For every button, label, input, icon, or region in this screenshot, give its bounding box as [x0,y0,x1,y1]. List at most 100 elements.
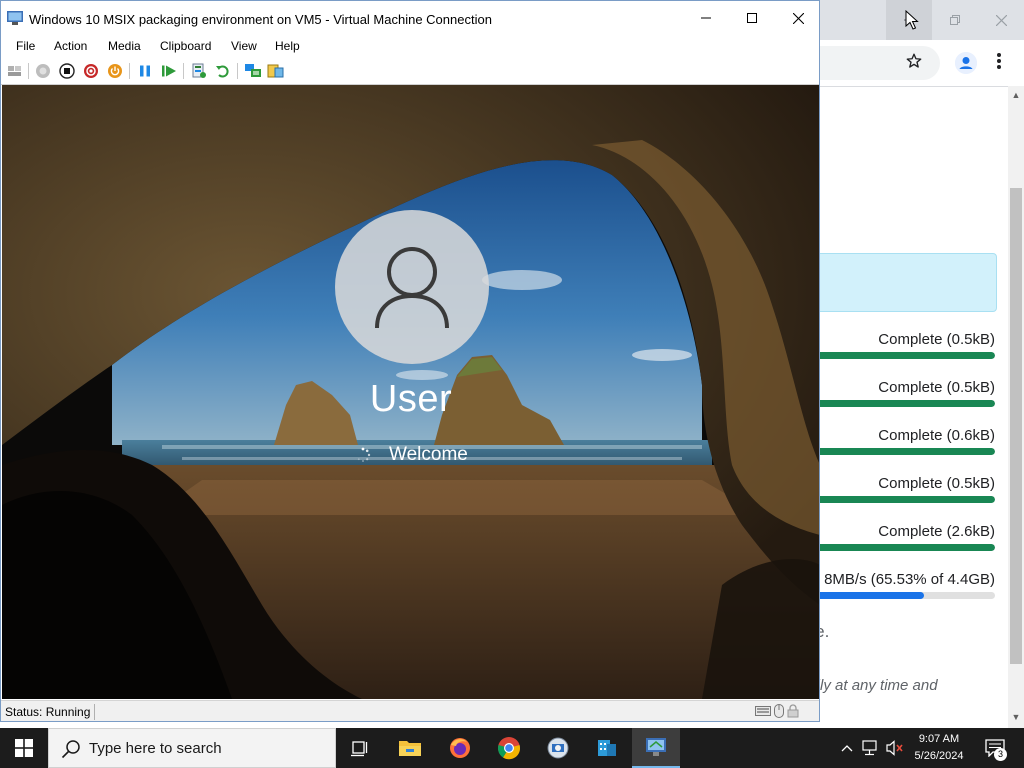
chevron-up-icon [841,745,853,752]
vm-close-button[interactable] [775,1,819,35]
toolbar-separator [28,63,29,79]
download-status: Complete (0.5kB) [878,331,995,348]
download-progress-fill [790,496,995,503]
chrome-icon [497,737,521,760]
welcome-status: Welcome [355,443,468,467]
revert-icon[interactable] [214,62,232,80]
profile-avatar-icon[interactable] [955,52,977,74]
download-status: Complete (0.5kB) [878,379,995,396]
file-explorer-icon [399,741,421,756]
search-icon [61,740,80,759]
download-progress-fill [790,400,995,407]
close-icon [995,14,1007,26]
scrollbar-thumb[interactable] [1010,188,1022,664]
scroll-up-icon[interactable]: ▲ [1008,90,1024,100]
network-button[interactable] [860,728,882,768]
task-view-button[interactable] [336,728,384,768]
user-avatar [335,210,489,364]
hyper-v-manager-button[interactable] [583,728,631,768]
mouse-icon [774,704,784,718]
close-icon [792,12,804,24]
clock-time: 9:07 AM [918,733,960,745]
menu-media[interactable]: Media [108,39,141,53]
minimize-icon [701,17,711,19]
enhanced-session-icon[interactable] [244,62,262,80]
vm-connection-taskbar-button[interactable] [632,728,680,768]
toolbar-separator [129,63,130,79]
restore-icon [950,15,960,25]
power-icon[interactable] [106,62,124,80]
status-separator [94,704,95,720]
show-hidden-icons-button[interactable] [838,728,856,768]
loading-spinner-icon [357,447,371,462]
taskbar-search-input[interactable]: Type here to search [48,728,336,768]
taskbar-clock[interactable]: 9:07 AM 5/26/2024 [906,731,972,765]
download-row: 8MB/s (65.53% of 4.4GB) [790,571,995,619]
user-icon [375,247,449,329]
firefox-icon [450,738,470,758]
remote-desktop-button[interactable] [534,728,582,768]
resume-icon[interactable] [160,62,178,80]
vm-maximize-button[interactable] [729,1,775,35]
download-row: Complete (0.5kB) [790,475,995,523]
vm-minimize-button[interactable] [683,1,729,35]
file-explorer-button[interactable] [386,728,434,768]
share-icon[interactable] [267,62,285,80]
download-progress-bar [790,448,995,455]
start-button[interactable] [0,728,48,768]
download-row: Complete (0.5kB) [790,379,995,427]
firefox-button[interactable] [436,728,484,768]
toolbar-separator [183,63,184,79]
download-progress-fill [790,448,995,455]
download-row: Complete (2.6kB) [790,523,995,571]
download-progress-bar [790,400,995,407]
windows-logo-icon [15,739,33,757]
vm-display[interactable]: User Welcome [2,85,819,699]
download-progress-bar [790,592,995,599]
turn-off-icon[interactable] [58,62,76,80]
scroll-down-icon[interactable]: ▼ [1008,712,1024,722]
mouse-cursor-icon [905,10,919,30]
menu-help[interactable]: Help [275,39,300,53]
menu-clipboard[interactable]: Clipboard [160,39,211,53]
start-icon[interactable] [34,62,52,80]
volume-muted-icon [886,740,903,756]
browser-restore-button[interactable] [932,0,978,40]
vm-menubar: File Action Media Clipboard View Help [1,35,819,57]
checkpoint-icon[interactable] [190,62,208,80]
lock-screen-user-name: User [369,378,453,420]
taskbar: Type here to search 9:07 AM 5/26/2024 3 [0,728,1024,768]
volume-button[interactable] [884,728,906,768]
download-progress-bar [790,544,995,551]
download-row: Complete (0.5kB) [790,331,995,379]
browser-close-button[interactable] [978,0,1024,40]
download-progress-bar [790,352,995,359]
menu-action[interactable]: Action [54,39,87,53]
action-center-button[interactable]: 3 [980,728,1010,768]
download-progress-fill [790,544,995,551]
info-banner [790,253,997,312]
shut-down-icon[interactable] [82,62,100,80]
remote-desktop-icon [547,737,569,759]
vm-status-bar: Status: Running [1,700,819,721]
vm-titlebar[interactable]: Windows 10 MSIX packaging environment on… [1,1,819,35]
chrome-button[interactable] [485,728,533,768]
pause-icon[interactable] [136,62,154,80]
search-placeholder: Type here to search [89,740,222,757]
menu-file[interactable]: File [16,39,35,53]
vm-status-text: Status: Running [5,705,91,719]
vm-connection-window: Windows 10 MSIX packaging environment on… [0,0,820,722]
vm-connection-app-icon [7,11,23,25]
page-text-fragment: ually at any time and [800,677,938,694]
welcome-text: Welcome [389,444,468,465]
download-progress-bar [790,496,995,503]
download-status: 8MB/s (65.53% of 4.4GB) [824,571,995,588]
browser-menu-icon[interactable] [996,52,1002,75]
download-status: Complete (2.6kB) [878,523,995,540]
ctrl-alt-del-icon[interactable] [6,62,24,80]
menu-view[interactable]: View [231,39,257,53]
vm-window-title: Windows 10 MSIX packaging environment on… [29,12,492,27]
bookmark-star-icon[interactable] [905,52,923,75]
download-status: Complete (0.5kB) [878,475,995,492]
hyper-v-manager-icon [598,740,616,756]
